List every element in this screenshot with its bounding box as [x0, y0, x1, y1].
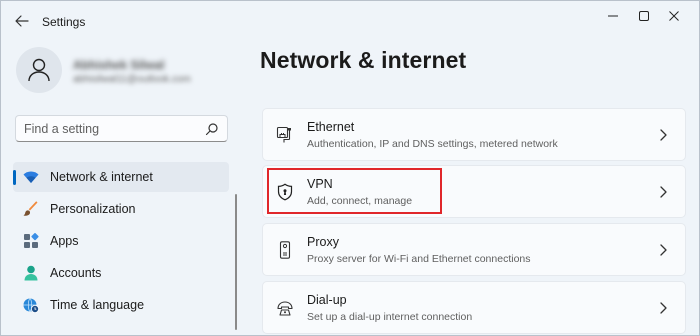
sidebar-item-personalization[interactable]: Personalization: [13, 194, 229, 224]
ethernet-card[interactable]: Ethernet Authentication, IP and DNS sett…: [262, 108, 686, 161]
card-title: VPN: [307, 177, 333, 191]
app-title: Settings: [42, 15, 86, 29]
title-bar: Settings: [1, 1, 699, 41]
arrow-left-icon: [15, 15, 29, 27]
proxy-card[interactable]: Proxy Proxy server for Wi-Fi and Etherne…: [262, 223, 686, 276]
card-title: Ethernet: [307, 120, 355, 134]
brush-icon: [23, 201, 39, 217]
chevron-right-icon: [660, 302, 667, 314]
sidebar-item-label: Apps: [50, 234, 79, 248]
user-email: abhisilwal11@outlook.com: [73, 74, 191, 85]
accounts-icon: [23, 265, 39, 281]
sidebar-item-label: Accounts: [50, 266, 102, 280]
user-name: Abhishek Silwal: [73, 58, 165, 72]
chevron-right-icon: [660, 244, 667, 256]
page-title: Network & internet: [260, 47, 467, 73]
sidebar-item-network[interactable]: Network & internet: [13, 162, 229, 192]
maximize-icon: [639, 11, 649, 21]
search-icon[interactable]: [205, 122, 219, 136]
chevron-right-icon: [660, 186, 667, 198]
card-description: Authentication, IP and DNS settings, met…: [307, 138, 558, 150]
sidebar-item-apps[interactable]: Apps: [13, 226, 229, 256]
ethernet-icon: [276, 126, 294, 144]
sidebar-item-accounts[interactable]: Accounts: [13, 258, 229, 288]
close-icon: [669, 11, 679, 21]
sidebar-item-time-language[interactable]: Time & language: [13, 290, 229, 320]
minimize-icon: [608, 15, 618, 17]
dialup-icon: [276, 299, 294, 317]
globe-clock-icon: [23, 297, 39, 313]
card-title: Dial-up: [307, 293, 347, 307]
active-indicator: [13, 170, 16, 185]
shield-icon: [276, 183, 294, 201]
search-input[interactable]: [16, 121, 196, 136]
wifi-icon: [23, 169, 39, 185]
vpn-card[interactable]: VPN Add, connect, manage: [262, 165, 686, 218]
card-description: Proxy server for Wi-Fi and Ethernet conn…: [307, 253, 531, 265]
sidebar-item-label: Time & language: [50, 298, 145, 312]
person-icon: [28, 58, 50, 82]
avatar[interactable]: [16, 47, 62, 93]
close-button[interactable]: [654, 5, 694, 27]
search-box[interactable]: [15, 115, 228, 142]
sidebar-scrollbar[interactable]: [235, 194, 237, 330]
proxy-icon: [276, 241, 294, 259]
settings-window: Settings Abhishek Silwal abhisilwal11@ou…: [0, 0, 700, 336]
chevron-right-icon: [660, 129, 667, 141]
card-title: Proxy: [307, 235, 339, 249]
apps-icon: [23, 233, 39, 249]
sidebar-item-label: Network & internet: [50, 170, 153, 184]
back-button[interactable]: [9, 9, 35, 33]
dialup-card[interactable]: Dial-up Set up a dial-up internet connec…: [262, 281, 686, 334]
card-description: Add, connect, manage: [307, 195, 413, 207]
card-description: Set up a dial-up internet connection: [307, 311, 473, 323]
sidebar-item-label: Personalization: [50, 202, 136, 216]
